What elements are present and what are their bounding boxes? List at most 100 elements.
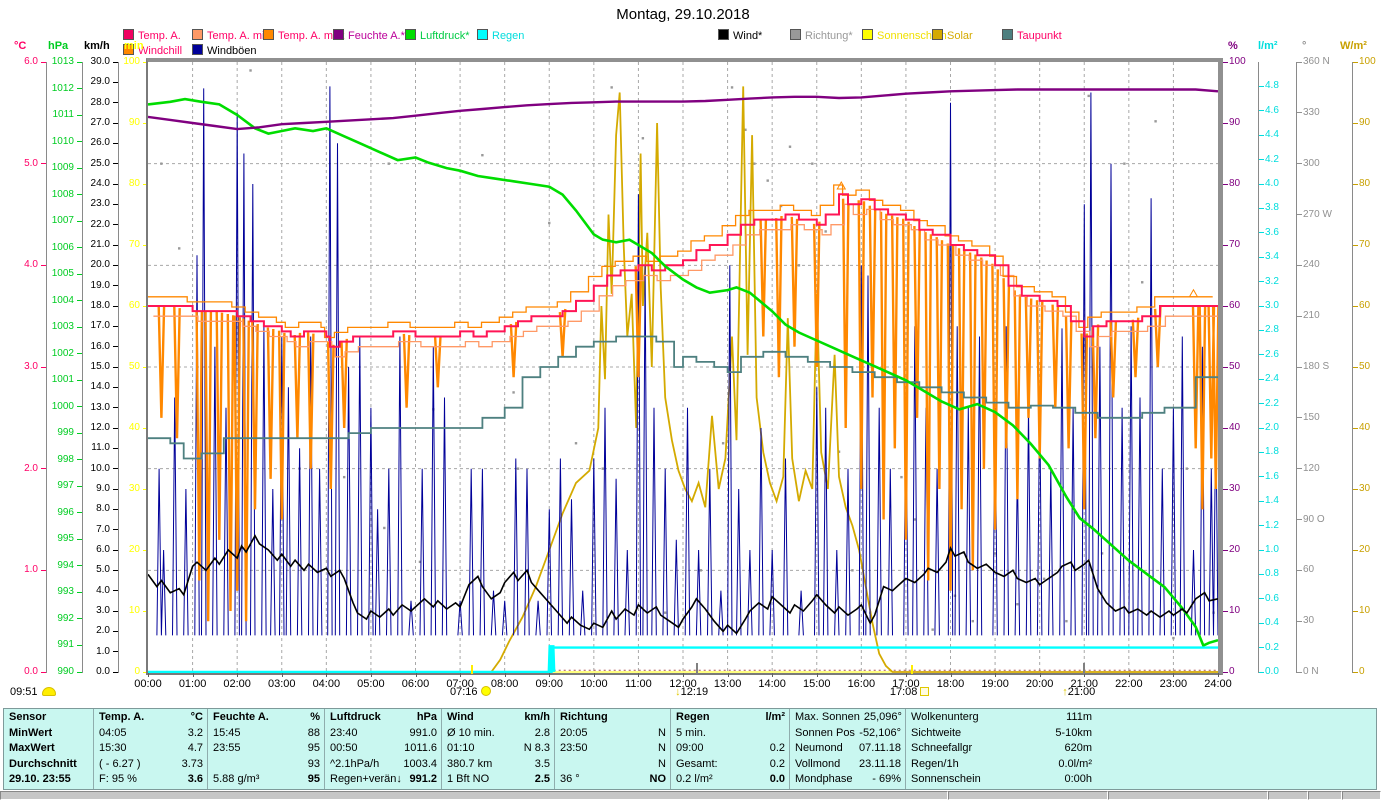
dot-richtung — [971, 619, 974, 623]
axis-label-l/m²: 4.6 — [1265, 104, 1279, 116]
axis-tick — [77, 353, 82, 355]
dot-richtung — [1065, 619, 1068, 623]
axis-tick — [1353, 61, 1358, 63]
axis-label-l/m²: 1.4 — [1265, 495, 1279, 507]
axis-label-W/m²: 60 — [1359, 300, 1371, 311]
axis-tick — [1297, 569, 1302, 571]
stats-row-label: MaxWert — [9, 742, 55, 755]
stats-row: 09:00 0.2 — [676, 741, 785, 757]
x-axis-tick — [192, 673, 194, 677]
axis-tick — [1223, 549, 1228, 551]
axis-tick — [1259, 305, 1264, 307]
axis-tick — [1297, 366, 1302, 368]
stats-row: Mondphase - 69% — [795, 772, 901, 788]
chart-canvas — [148, 62, 1218, 673]
axis-label-km/h: 30.0 — [90, 56, 110, 67]
axis-label-hPa: 1006 — [51, 241, 74, 253]
x-axis-label: 18:00 — [936, 678, 965, 690]
dot-richtung — [788, 145, 792, 148]
weather-day-chart-window: Montag, 29.10.2018 Temp. A. Temp. A. min T… — [0, 0, 1381, 800]
event-time: 12:19 — [680, 686, 709, 698]
stat-label: Schneefallgr — [911, 742, 973, 755]
axis-tick — [1297, 671, 1302, 673]
axis-tick — [113, 325, 118, 327]
status-bar — [0, 791, 1381, 800]
stats-row: Sonnenschein 0:00h — [911, 772, 1092, 788]
axis-label-min: 30 — [128, 483, 140, 494]
stat-label: Neumond — [795, 742, 843, 755]
axis-label-°C: 2.0 — [24, 462, 38, 474]
stat-label: 01:10 — [447, 742, 475, 755]
axis-label-l/m²: 4.0 — [1265, 178, 1279, 189]
legend-swatch-icon — [192, 44, 203, 55]
x-axis-label: 06:00 — [401, 678, 430, 690]
stat-label: 23:55 — [213, 742, 241, 755]
stat-value: 23.11.18 — [858, 757, 901, 770]
x-axis-tick — [281, 673, 283, 677]
stat-label: Max. Sonnen — [795, 711, 860, 723]
axis-label-min: 50 — [128, 361, 140, 372]
axis-label-min: 80 — [128, 178, 140, 189]
x-axis-label: 24:00 — [1204, 678, 1232, 690]
axis-label-km/h: 18.0 — [90, 300, 110, 311]
axis-label-km/h: 13.0 — [90, 401, 110, 413]
stat-value: 0.2 — [769, 742, 785, 755]
axis-tick — [1259, 281, 1264, 283]
event-tick — [910, 665, 913, 674]
x-axis-tick — [905, 673, 907, 677]
axis-tick — [113, 630, 118, 632]
axis-unit-hPa: hPa — [48, 40, 69, 52]
axis-tick — [77, 459, 82, 461]
event-time: 17:08 — [889, 686, 918, 698]
axis-unit-km/h: km/h — [84, 40, 110, 52]
axis-tick — [77, 273, 82, 275]
x-axis-label: 02:00 — [223, 678, 251, 690]
series-windboeen — [156, 86, 1218, 636]
x-axis-tick — [148, 673, 149, 677]
axis-label-l/m²: 2.8 — [1265, 324, 1279, 336]
axis-tick — [77, 114, 82, 116]
column-header: Luftdruck — [330, 711, 381, 723]
statusbar-segment-3 — [1268, 791, 1308, 800]
stats-row-label: Durchschnitt — [9, 757, 77, 770]
axis-label-W/m²: 100 — [1359, 56, 1376, 67]
axis-label-W/m²: 0 — [1359, 666, 1365, 677]
stats-row: Regen/1h 0.0l/m² — [911, 757, 1092, 773]
axis-label-l/m²: 2.4 — [1265, 373, 1279, 385]
legend-label: Solar — [947, 30, 973, 42]
axis-tick — [1259, 573, 1264, 575]
axis-label-°: 60 — [1303, 564, 1315, 576]
dot-richtung — [797, 264, 801, 267]
stats-row: 04:05 3.2 — [99, 726, 203, 742]
axis-tick — [113, 529, 118, 531]
axis-label-l/m²: 3.0 — [1265, 300, 1279, 311]
x-axis-label: 01:00 — [178, 678, 207, 690]
axis-tick — [1259, 232, 1264, 234]
dot-richtung — [663, 611, 667, 614]
axis-label-W/m²: 80 — [1359, 178, 1371, 189]
stat-value: 93 — [307, 757, 320, 770]
stats-row: Gesamt: 0.2 — [676, 757, 785, 773]
axis-label-W/m²: 90 — [1359, 117, 1371, 128]
dot-richtung — [548, 221, 551, 225]
dot-richtung — [512, 391, 515, 394]
dot-richtung — [766, 179, 769, 182]
event-12-19: ↓12:19 — [675, 686, 708, 698]
event-07-16: 07:16 — [450, 686, 491, 698]
axis-label-hPa: 995 — [57, 533, 74, 545]
axis-label-hPa: 1010 — [51, 135, 74, 147]
stat-value: N — [658, 742, 666, 755]
legend-label: Taupunkt — [1017, 30, 1062, 42]
stat-value: - 69% — [872, 773, 901, 786]
axis-label-°: 30 — [1303, 615, 1315, 627]
axis-label-l/m²: 1.2 — [1265, 519, 1279, 531]
axis-label-%: 70 — [1229, 239, 1241, 250]
axis-tick — [1259, 500, 1264, 502]
x-axis-label: 00:00 — [134, 678, 162, 690]
axis-tick — [113, 651, 118, 653]
axis-label-hPa: 1000 — [51, 400, 74, 412]
column-unit: l/m² — [765, 711, 785, 723]
stat-label: 20:05 — [560, 726, 588, 739]
stats-col-temp: Temp. A. °C 04:05 3.2 15:30 4.7 ( - 6.27 ) 3.73… — [94, 709, 208, 789]
stat-label: Sonnen Pos — [795, 726, 855, 739]
